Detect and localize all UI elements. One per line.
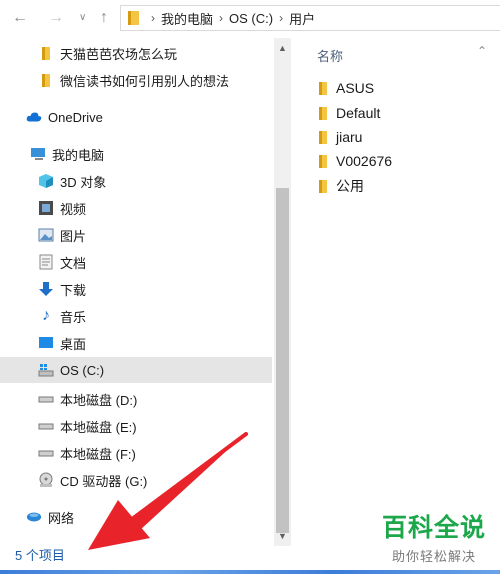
nav-item-f-drive[interactable]: 本地磁盘 (F:) (0, 440, 272, 466)
folder-icon (38, 72, 54, 88)
breadcrumb-item[interactable]: 用户 (289, 9, 315, 28)
nav-item-documents[interactable]: 文档 (0, 249, 272, 275)
up-arrow-icon[interactable]: ↑ (100, 8, 108, 28)
chevron-down-icon[interactable]: ∨ (79, 8, 86, 28)
cd-drive-icon (38, 472, 54, 488)
nav-item-onedrive[interactable]: OneDrive (0, 104, 272, 130)
folder-icon (319, 81, 327, 95)
network-icon (26, 509, 42, 525)
scroll-up-icon[interactable]: ▲ (274, 40, 291, 56)
column-header-name[interactable]: 名称 ⌃ (317, 44, 487, 65)
nav-item-this-pc[interactable]: 我的电脑 (0, 141, 272, 167)
sort-up-icon: ⌃ (477, 44, 488, 58)
nav-item-downloads[interactable]: 下载 (0, 276, 272, 302)
nav-item-label: 网络 (48, 510, 75, 526)
file-name: jiaru (336, 129, 363, 145)
watermark-subtitle: 助你轻松解决 (391, 549, 476, 564)
file-name: ASUS (336, 80, 375, 96)
nav-item-label: 我的电脑 (52, 147, 105, 163)
nav-item-3d-objects[interactable]: 3D 对象 (0, 168, 272, 194)
nav-item-label: 下载 (60, 282, 87, 298)
nav-item-label: OS (C:) (60, 362, 105, 378)
folder-icon (319, 106, 327, 120)
watermark-title: 百科全说 (381, 513, 486, 542)
windows-drive-icon (38, 362, 54, 378)
computer-icon (30, 146, 46, 162)
nav-item-label: 本地磁盘 (E:) (60, 419, 137, 435)
file-item[interactable]: jiaru (319, 126, 362, 148)
3d-objects-icon (38, 173, 54, 189)
nav-item-label: 本地磁盘 (F:) (60, 446, 136, 462)
nav-item-g-drive[interactable]: CD 驱动器 (G:) (0, 467, 272, 493)
nav-item-label: OneDrive (48, 109, 103, 125)
folder-icon (319, 130, 327, 144)
nav-item-c-drive[interactable]: OS (C:) (0, 357, 272, 383)
back-arrow-icon[interactable]: ← (12, 8, 28, 28)
file-item[interactable]: V002676 (319, 150, 392, 172)
nav-item-label: 本地磁盘 (D:) (60, 392, 138, 408)
nav-item-network[interactable]: 网络 (0, 504, 272, 530)
chevron-right-icon: › (219, 11, 224, 25)
nav-item-e-drive[interactable]: 本地磁盘 (E:) (0, 413, 272, 439)
scrollbar-thumb[interactable] (276, 188, 289, 533)
drive-icon (38, 418, 54, 434)
nav-item-music[interactable]: ♪ 音乐 (0, 303, 272, 329)
music-icon: ♪ (42, 307, 50, 324)
file-name: V002676 (336, 153, 393, 169)
nav-item-label: 文档 (60, 255, 87, 271)
file-item[interactable]: Default (319, 102, 380, 124)
taskbar-edge (0, 570, 500, 574)
cloud-icon (26, 109, 42, 125)
document-icon (38, 254, 54, 270)
nav-scrollbar[interactable]: ▲ ▼ (274, 38, 291, 546)
nav-item-label: 天猫芭芭农场怎么玩 (60, 46, 178, 62)
address-toolbar: ← → ∨ ↑ › 我的电脑 › OS (C:) › 用户 (0, 0, 500, 38)
file-list: 名称 ⌃ ASUS Default jiaru V002676 公用 (292, 38, 500, 546)
video-icon (38, 200, 54, 216)
breadcrumb-item[interactable]: OS (C:) (229, 11, 273, 26)
chevron-right-icon: › (279, 11, 284, 25)
watermark: 百科全说 助你轻松解决 (376, 514, 492, 565)
chevron-right-icon: › (151, 11, 155, 25)
nav-item-label: 图片 (60, 228, 87, 244)
file-name: Default (336, 105, 381, 121)
nav-item-d-drive[interactable]: 本地磁盘 (D:) (0, 386, 272, 412)
drive-icon (38, 391, 54, 407)
desktop-icon (38, 335, 54, 351)
drive-icon (38, 445, 54, 461)
nav-item-label: 音乐 (60, 309, 87, 325)
nav-item-label: 3D 对象 (60, 174, 107, 190)
nav-item-label: 视频 (60, 201, 87, 217)
breadcrumb-item[interactable]: 我的电脑 (161, 9, 213, 28)
status-item-count: 5 个项目 (15, 548, 65, 563)
nav-item-desktop[interactable]: 桌面 (0, 330, 272, 356)
pictures-icon (38, 227, 54, 243)
nav-item-label: CD 驱动器 (G:) (60, 473, 148, 489)
file-item[interactable]: ASUS (319, 77, 374, 99)
breadcrumb: › 我的电脑 › OS (C:) › 用户 (121, 6, 315, 30)
address-bar[interactable]: › 我的电脑 › OS (C:) › 用户 (120, 5, 500, 31)
download-icon (38, 281, 54, 297)
folder-icon (319, 154, 327, 168)
file-name: 公用 (336, 178, 364, 194)
nav-item-videos[interactable]: 视频 (0, 195, 272, 221)
column-header-label: 名称 (317, 49, 344, 64)
folder-icon (319, 179, 327, 193)
nav-item-folder[interactable]: 天猫芭芭农场怎么玩 (0, 40, 272, 66)
file-item[interactable]: 公用 (319, 175, 364, 197)
folder-icon (128, 11, 139, 25)
nav-item-folder[interactable]: 微信读书如何引用别人的想法 (0, 67, 272, 93)
forward-arrow-icon[interactable]: → (48, 8, 64, 28)
scroll-down-icon[interactable]: ▼ (274, 528, 291, 544)
nav-item-label: 微信读书如何引用别人的想法 (60, 73, 230, 89)
nav-item-pictures[interactable]: 图片 (0, 222, 272, 248)
nav-item-label: 桌面 (60, 336, 87, 352)
folder-icon (38, 45, 54, 61)
navigation-pane: 天猫芭芭农场怎么玩 微信读书如何引用别人的想法 OneDrive 我的电脑 3D… (0, 38, 274, 538)
